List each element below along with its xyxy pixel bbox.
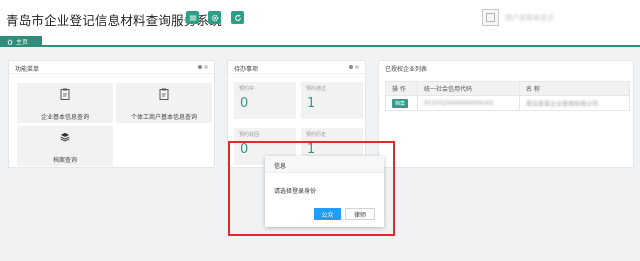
settings-button[interactable] [208,11,221,24]
dialog-header: 信息 [265,156,384,173]
refresh-button[interactable] [231,11,244,24]
panel-controls[interactable] [349,65,359,69]
company-list-panel: 已授权企业列表 操 作 统一社会信用代码 名 称 档案 913702000000… [378,60,634,168]
table-row: 档案 9137020000000000XX 青岛某某企业管理有限公司 [385,95,630,111]
panel-header: 功能菜单 [9,61,214,74]
stat-value: 0 [240,96,249,111]
public-role-button[interactable]: 公众 [314,208,341,220]
gear-icon [211,14,218,21]
layers-icon [60,132,70,142]
menu-item-label: 个体工商户基本信息查询 [130,114,197,121]
menu-item-archive-query[interactable]: 档案查询 [17,126,113,166]
table-header-row: 操 作 统一社会信用代码 名 称 [385,81,630,96]
tab-home[interactable]: 主页 [0,36,42,47]
menu-item-enterprise-info[interactable]: 企业基本信息查询 [17,83,113,123]
user-name: 用户名称未显示 [505,14,554,22]
tab-bar: 主页 [0,36,640,47]
panel-title: 已授权企业列表 [385,66,428,73]
hamburger-icon [189,15,196,20]
company-table: 操 作 统一社会信用代码 名 称 档案 9137020000000000XX 青… [385,81,630,111]
dot-icon [355,65,359,69]
archive-button[interactable]: 档案 [392,98,409,108]
menu-item-individual-business[interactable]: 个体工商户基本信息查询 [116,83,212,123]
panel-header: 待办事项 [228,61,365,74]
menu-item-label: 档案查询 [52,157,77,164]
login-role-dialog: 信息 请选择登录身份 公众 律师 [265,156,384,227]
column-header-action: 操 作 [385,81,418,96]
stat-value: 1 [307,96,316,111]
dialog-title: 信息 [274,163,287,170]
stat-label: 预约驳回 [239,132,260,138]
panel-controls[interactable] [198,65,208,69]
dot-icon [349,65,353,69]
top-header: 青岛市企业登记信息材料查询服务系统 用户名称未显示 [0,0,640,36]
stat-pending[interactable]: 预约中 0 [234,82,296,119]
credit-code: 9137020000000000XX [424,99,494,107]
avatar [482,9,499,26]
dot-icon [204,65,208,69]
stat-approved[interactable]: 预约通过 1 [301,82,363,119]
stat-label: 预约历史 [306,132,327,138]
menu-item-label: 企业基本信息查询 [40,114,89,121]
user-area[interactable]: 用户名称未显示 [482,8,632,28]
function-menu-panel: 功能菜单 企业基本信息查询 个体工商户基本信息查询 档案查询 [8,60,215,168]
stat-label: 预约通过 [306,86,327,92]
document-icon [159,88,169,100]
tab-home-label: 主页 [16,39,29,46]
panel-title: 功能菜单 [15,66,40,73]
refresh-icon [234,14,241,21]
column-header-name: 名 称 [519,81,630,96]
document-icon [60,88,70,100]
stat-label: 预约中 [239,86,255,92]
company-name: 青岛某某企业管理有限公司 [526,100,599,108]
menu-toggle-button[interactable] [186,11,199,24]
lawyer-role-button[interactable]: 律师 [345,208,375,220]
home-icon [7,38,13,44]
dialog-message: 请选择登录身份 [274,188,317,195]
dot-icon [198,65,202,69]
credit-code-cell: 9137020000000000XX [417,95,520,111]
panel-title: 待办事项 [234,66,259,73]
action-cell: 档案 [385,95,418,111]
column-header-credit-code: 统一社会信用代码 [417,81,520,96]
panel-header: 已授权企业列表 [379,61,633,74]
company-name-cell: 青岛某某企业管理有限公司 [519,95,630,111]
